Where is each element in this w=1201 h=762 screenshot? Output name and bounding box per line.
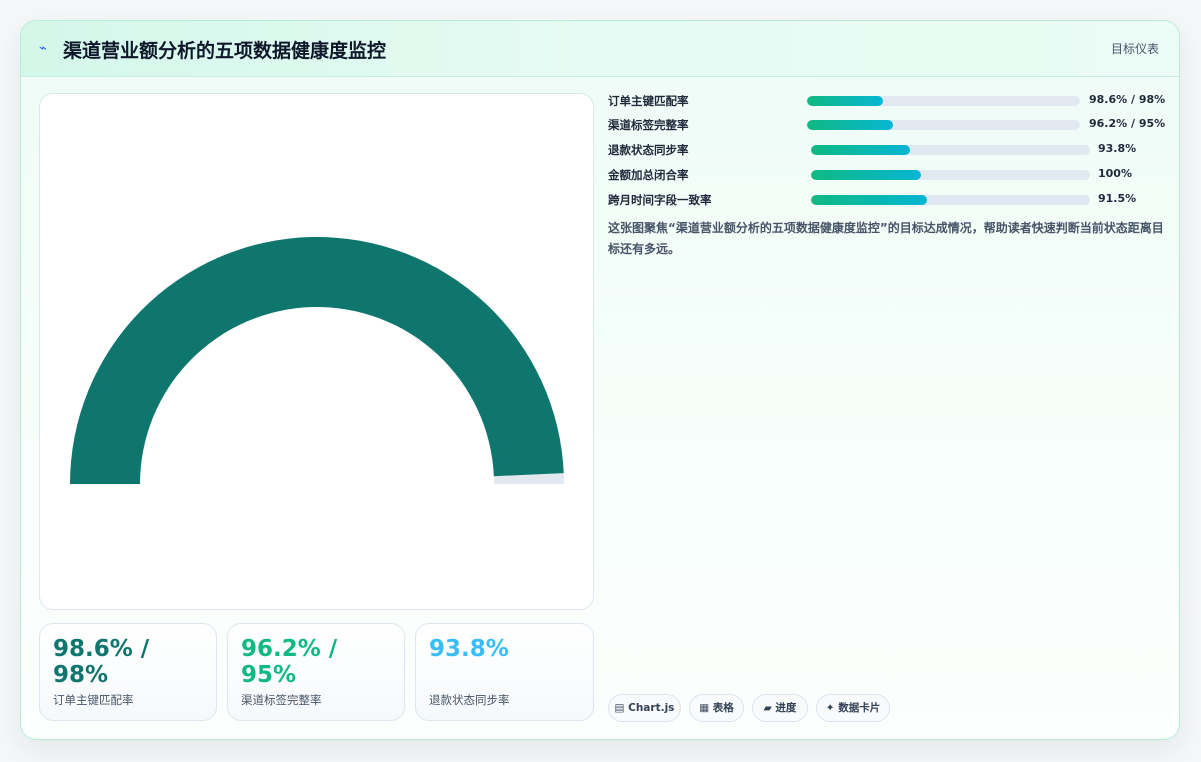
chip-label: 进度 [775, 702, 797, 714]
table-icon: ▦ [699, 702, 710, 714]
dashboard-card: ⌁ 渠道营业额分析的五项数据健康度监控 目标仪表 98.6% / 98% 订单主… [20, 20, 1180, 740]
progress-value: 93.8% [1098, 142, 1137, 155]
progress-label: 订单主键匹配率 [608, 94, 689, 108]
progress-track [811, 145, 1090, 155]
sparkle-icon: ✦ [825, 702, 835, 714]
progress-track [811, 195, 1090, 205]
kpi-value: 93.8% [429, 636, 509, 662]
gauge-value-arc [70, 237, 564, 484]
chart-type-tag: 目标仪表 [1110, 42, 1159, 56]
progress-track [807, 120, 1080, 130]
chip-label: 数据卡片 [838, 702, 881, 714]
chart-icon: ▤ [614, 702, 625, 714]
gauge-chart [70, 237, 564, 484]
progress-row: 退款状态同步率 93.8% [608, 142, 1168, 158]
progress-label: 渠道标签完整率 [608, 118, 689, 132]
progress-row: 渠道标签完整率 96.2% / 95% [608, 117, 1168, 133]
progress-fill [811, 145, 911, 155]
kpi-value: 98.6% / 98% [53, 636, 150, 688]
page-title: 渠道营业额分析的五项数据健康度监控 [63, 40, 387, 62]
progress-label: 退款状态同步率 [608, 143, 689, 157]
chart-description: 这张图聚焦“渠道营业额分析的五项数据健康度监控”的目标达成情况，帮助读者快速判断… [608, 221, 1164, 256]
kpi-label: 订单主键匹配率 [53, 693, 134, 707]
progress-value: 100% [1098, 167, 1132, 180]
kpi-card: 93.8% 退款状态同步率 [415, 623, 594, 721]
kpi-label: 退款状态同步率 [429, 693, 510, 707]
progress-row: 跨月时间字段一致率 91.5% [608, 192, 1168, 208]
kpi-card: 96.2% / 95% 渠道标签完整率 [227, 623, 405, 721]
kpi-value: 96.2% / 95% [241, 636, 338, 688]
chip-data-card[interactable]: ✦ 数据卡片 [816, 694, 890, 722]
progress-label: 金额加总闭合率 [608, 168, 689, 182]
progress-fill [807, 96, 884, 106]
chip-chartjs[interactable]: ▤ Chart.js [608, 694, 681, 722]
progress-track [811, 170, 1090, 180]
progress-icon: ▰ [763, 702, 772, 714]
card-header: ⌁ 渠道营业额分析的五项数据健康度监控 目标仪表 [21, 21, 1179, 77]
progress-fill [811, 170, 922, 180]
chip-label: 表格 [712, 702, 734, 714]
progress-label: 跨月时间字段一致率 [608, 193, 712, 207]
kpi-label: 渠道标签完整率 [241, 693, 322, 707]
chip-table[interactable]: ▦ 表格 [689, 694, 744, 722]
progress-value: 96.2% / 95% [1089, 117, 1166, 130]
progress-fill [811, 195, 927, 205]
progress-row: 订单主键匹配率 98.6% / 98% [608, 93, 1168, 109]
progress-row: 金额加总闭合率 100% [608, 167, 1168, 183]
chip-progress[interactable]: ▰ 进度 [752, 694, 808, 722]
kpi-card: 98.6% / 98% 订单主键匹配率 [39, 623, 217, 721]
progress-value: 91.5% [1098, 192, 1137, 205]
progress-fill [807, 120, 893, 130]
progress-value: 98.6% / 98% [1089, 93, 1166, 106]
gauge-panel [39, 93, 594, 610]
pulse-icon: ⌁ [39, 41, 47, 56]
chip-label: Chart.js [628, 702, 675, 714]
progress-track [807, 96, 1080, 106]
